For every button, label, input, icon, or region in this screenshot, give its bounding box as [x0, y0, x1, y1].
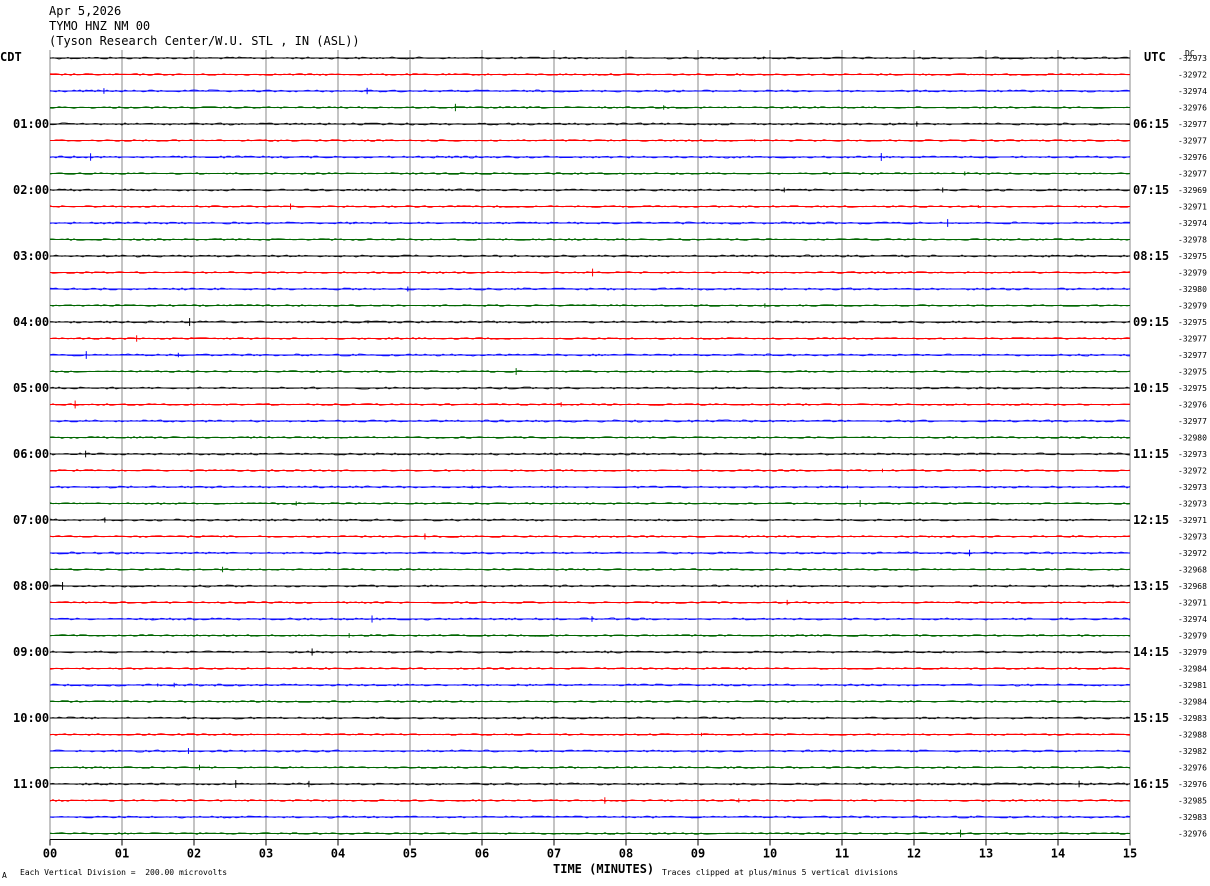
cdt-hour-label: 11:00: [13, 777, 49, 791]
dc-offset-label: -32968: [1178, 566, 1207, 575]
helicorder-plot: -32973 -32972 -32974 -32976 -32977 -32977 -329…: [13, 50, 1207, 861]
cdt-hour-label: 07:00: [13, 513, 49, 527]
dc-offset-label: -32976: [1178, 764, 1207, 773]
cdt-hour-label: 08:00: [13, 579, 49, 593]
dc-offset-label: -32974: [1178, 87, 1207, 96]
dc-offset-label: -32972: [1178, 467, 1207, 476]
x-tick-label: 05: [403, 847, 417, 861]
dc-offset-label: -32975: [1178, 384, 1207, 393]
x-tick-label: 15: [1123, 847, 1137, 861]
x-tick-label: 14: [1051, 847, 1065, 861]
x-tick-label: 00: [43, 847, 57, 861]
x-tick-label: 09: [691, 847, 705, 861]
axis-labels: -32973 -32972 -32974 -32976 -32977 -32977 -329…: [13, 54, 1207, 861]
trace-signal: [49, 254, 1131, 258]
utc-hour-label: 15:15: [1133, 711, 1169, 725]
trace-signal: [49, 468, 1131, 473]
x-tick-label: 02: [187, 847, 201, 861]
cdt-hour-label: 04:00: [13, 315, 49, 329]
dc-offset-label: -32983: [1178, 714, 1207, 723]
dc-offset-label: -32974: [1178, 615, 1207, 624]
cdt-hour-label: 01:00: [13, 117, 49, 131]
cdt-hour-label: 09:00: [13, 645, 49, 659]
dc-offset-label: -32968: [1178, 582, 1207, 591]
dc-offset-label: -32983: [1178, 813, 1207, 822]
grid: [49, 50, 1131, 846]
dc-offset-label: -32973: [1178, 54, 1207, 63]
dc-offset-label: -32978: [1178, 236, 1207, 245]
cdt-hour-label: 03:00: [13, 249, 49, 263]
cdt-hour-label: 10:00: [13, 711, 49, 725]
x-tick-label: 12: [907, 847, 921, 861]
dc-offset-label: -32976: [1178, 780, 1207, 789]
dc-offset-label: -32976: [1178, 104, 1207, 113]
dc-offset-label: -32979: [1178, 648, 1207, 657]
x-tick-label: 13: [979, 847, 993, 861]
dc-offset-label: -32972: [1178, 549, 1207, 558]
dc-offset-label: -32985: [1178, 797, 1207, 806]
trace-signal: [49, 336, 1131, 341]
x-tick-label: 08: [619, 847, 633, 861]
dc-offset-label: -32980: [1178, 434, 1207, 443]
dc-offset-label: -32975: [1178, 318, 1207, 327]
x-tick-label: 01: [115, 847, 129, 861]
dc-offset-label: -32977: [1178, 170, 1207, 179]
dc-offset-label: -32969: [1178, 186, 1207, 195]
scale-note: Each Vertical Division = 200.00 microvol…: [20, 868, 228, 877]
dc-offset-label: -32977: [1178, 417, 1207, 426]
x-tick-label: 04: [331, 847, 345, 861]
traces: [49, 56, 1131, 838]
dc-offset-label: -32971: [1178, 203, 1207, 212]
x-tick-label: 07: [547, 847, 561, 861]
dc-offset-label: -32975: [1178, 252, 1207, 261]
dc-offset-label: -32973: [1178, 483, 1207, 492]
dc-offset-label: -32977: [1178, 351, 1207, 360]
dc-offset-label: -32973: [1178, 500, 1207, 509]
cdt-hour-label: 05:00: [13, 381, 49, 395]
x-tick-label: 11: [835, 847, 849, 861]
utc-hour-label: 07:15: [1133, 183, 1169, 197]
x-tick-label: 10: [763, 847, 777, 861]
dc-offset-label: -32977: [1178, 335, 1207, 344]
utc-hour-label: 16:15: [1133, 777, 1169, 791]
dc-offset-label: -32981: [1178, 681, 1207, 690]
clip-note: Traces clipped at plus/minus 5 vertical …: [662, 868, 899, 877]
cdt-hour-label: 02:00: [13, 183, 49, 197]
dc-offset-label: -32976: [1178, 153, 1207, 162]
x-axis-title: TIME (MINUTES): [553, 862, 655, 876]
dc-offset-label: -32977: [1178, 137, 1207, 146]
dc-offset-label: -32979: [1178, 269, 1207, 278]
dc-offset-label: -32982: [1178, 747, 1207, 756]
dc-offset-label: -32979: [1178, 632, 1207, 641]
utc-hour-label: 08:15: [1133, 249, 1169, 263]
utc-hour-label: 13:15: [1133, 579, 1169, 593]
dc-offset-label: -32984: [1178, 698, 1207, 707]
corner-mark: A: [2, 871, 7, 880]
dc-offset-label: -32973: [1178, 450, 1207, 459]
dc-offset-label: -32971: [1178, 599, 1207, 608]
trace-signal: [49, 567, 1131, 572]
dc-offset-label: -32976: [1178, 401, 1207, 410]
dc-offset-label: -32977: [1178, 120, 1207, 129]
utc-hour-label: 14:15: [1133, 645, 1169, 659]
utc-hour-label: 11:15: [1133, 447, 1169, 461]
dc-offset-label: -32988: [1178, 731, 1207, 740]
dc-offset-label: -32971: [1178, 516, 1207, 525]
utc-hour-label: 09:15: [1133, 315, 1169, 329]
dc-offset-label: -32973: [1178, 533, 1207, 542]
dc-offset-label: -32975: [1178, 368, 1207, 377]
x-tick-label: 06: [475, 847, 489, 861]
x-tick-label: 03: [259, 847, 273, 861]
dc-offset-label: -32984: [1178, 665, 1207, 674]
cdt-hour-label: 06:00: [13, 447, 49, 461]
dc-offset-label: -32979: [1178, 302, 1207, 311]
trace-signal: [49, 584, 1131, 588]
dc-offset-label: -32980: [1178, 285, 1207, 294]
dc-offset-label: -32974: [1178, 219, 1207, 228]
utc-hour-label: 10:15: [1133, 381, 1169, 395]
utc-hour-label: 12:15: [1133, 513, 1169, 527]
dc-offset-label: -32972: [1178, 71, 1207, 80]
utc-hour-label: 06:15: [1133, 117, 1169, 131]
dc-offset-label: -32976: [1178, 830, 1207, 839]
